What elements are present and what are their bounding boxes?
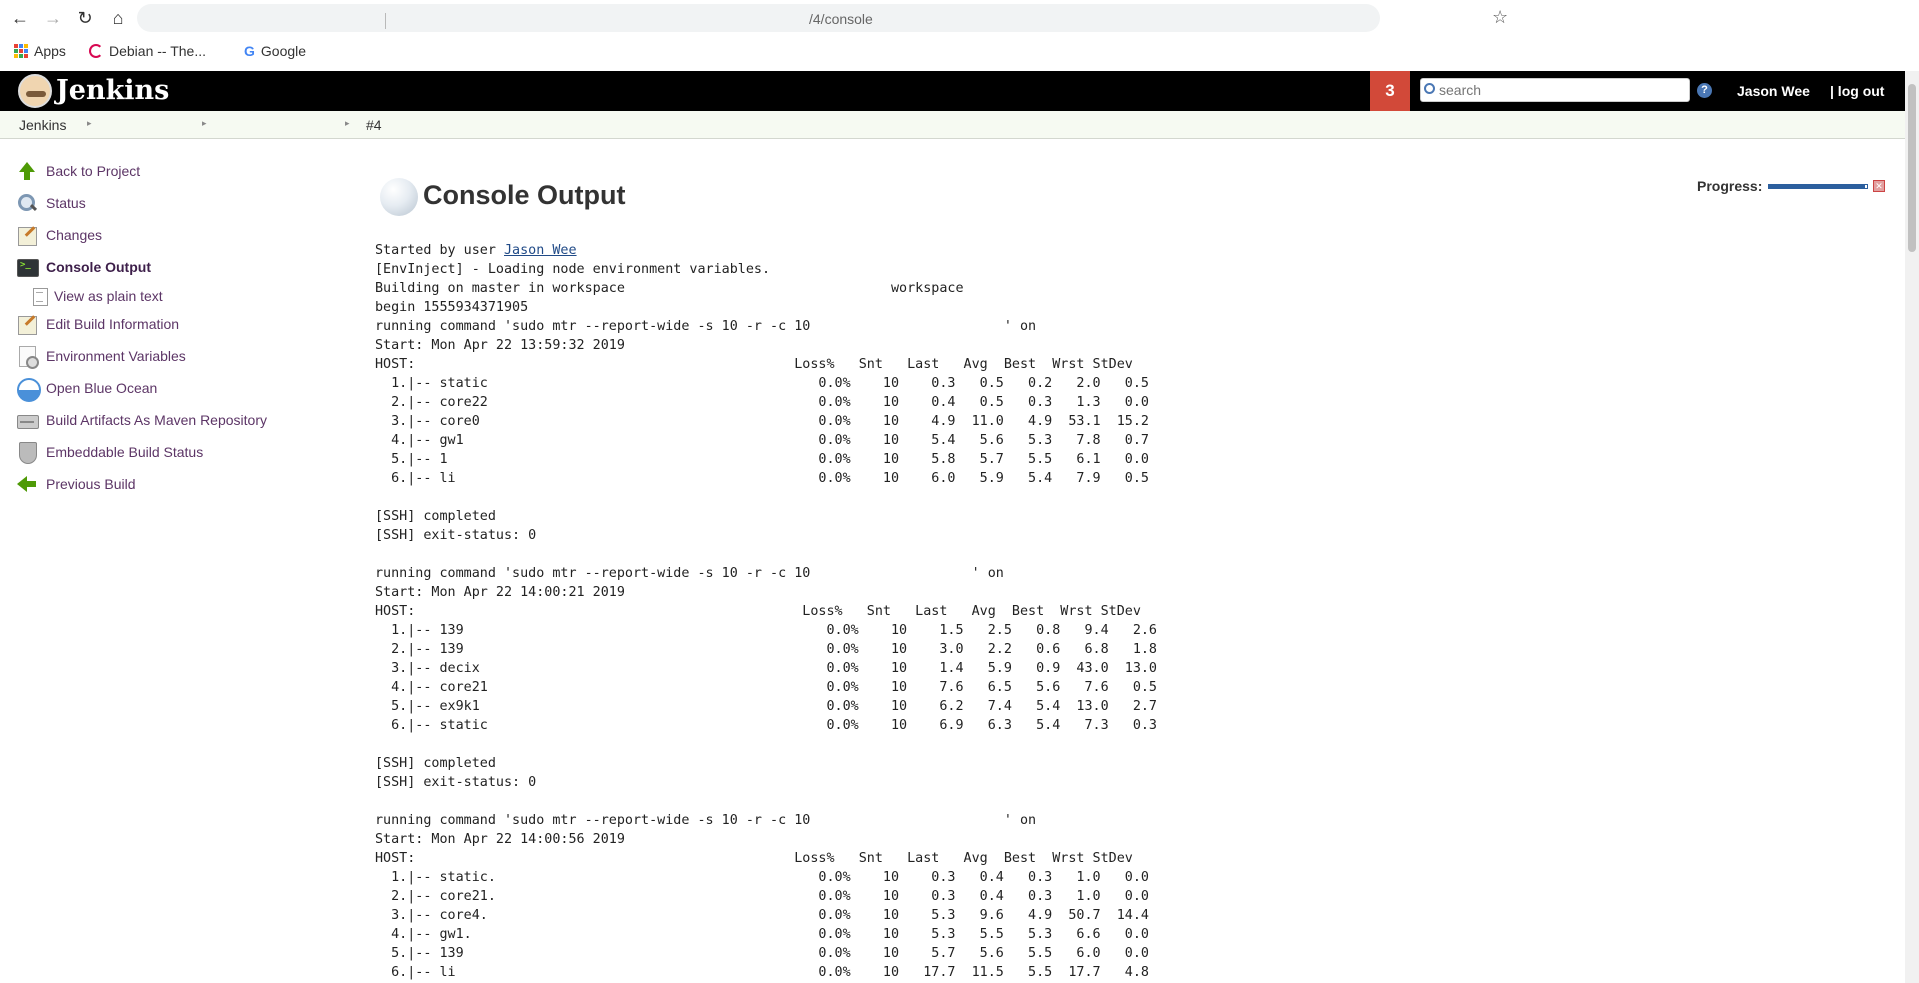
document-icon <box>32 287 48 306</box>
home-icon[interactable]: ⌂ <box>107 7 129 29</box>
task-environment-variables[interactable]: Environment Variables <box>16 340 346 372</box>
browser-toolbar: ← → ↻ ⌂ /4/console ☆ <box>0 0 1919 36</box>
started-by-user-link[interactable]: Jason Wee <box>504 243 577 258</box>
jenkins-header: Jenkins 3 ? Jason Wee | log out <box>0 71 1905 111</box>
started-by-prefix: Started by user <box>375 243 504 258</box>
jenkins-title[interactable]: Jenkins <box>56 75 169 106</box>
arrow-left-icon <box>16 473 38 495</box>
bookmark-label: Google <box>260 43 307 59</box>
task-back-to-project[interactable]: Back to Project <box>16 155 346 187</box>
breadcrumb: Jenkins ▸ ▸ ▸ #4 <box>0 111 1905 139</box>
task-label[interactable]: Open Blue Ocean <box>46 380 157 396</box>
terminal-icon <box>16 256 39 278</box>
task-label[interactable]: View as plain text <box>54 288 163 304</box>
bookmark-label: Apps <box>34 43 66 59</box>
task-changes[interactable]: Changes <box>16 219 346 251</box>
jenkins-logo-icon[interactable] <box>18 74 52 108</box>
console-output: Started by user Jason Wee [EnvInject] - … <box>375 241 1157 982</box>
task-embeddable-build-status[interactable]: Embeddable Build Status <box>16 436 346 468</box>
chevron-right-icon[interactable]: ▸ <box>202 118 207 129</box>
breadcrumb-build[interactable]: #4 <box>366 117 382 133</box>
build-status-ball-icon <box>380 178 418 216</box>
bookmark-google[interactable]: G Google <box>244 43 306 59</box>
task-label[interactable]: Changes <box>46 227 102 243</box>
task-view-plain-text[interactable]: View as plain text <box>16 283 346 308</box>
scrollbar-thumb[interactable] <box>1908 84 1916 252</box>
task-open-blue-ocean[interactable]: Open Blue Ocean <box>16 372 346 404</box>
help-icon[interactable]: ? <box>1697 83 1712 98</box>
progress-label: Progress: <box>1697 178 1763 194</box>
task-console-output[interactable]: Console Output <box>16 251 346 283</box>
notification-badge[interactable]: 3 <box>1370 71 1410 111</box>
magnifier-icon <box>16 192 38 214</box>
search-input[interactable] <box>1439 80 1687 100</box>
task-label[interactable]: Build Artifacts As Maven Repository <box>46 412 267 428</box>
arrow-up-icon <box>16 160 38 182</box>
url-text[interactable]: /4/console <box>809 11 873 27</box>
google-icon: G <box>244 43 255 59</box>
task-label[interactable]: Back to Project <box>46 163 140 179</box>
side-panel: Back to Project Status Changes Console O… <box>16 155 346 500</box>
page-title: Console Output <box>423 180 626 210</box>
chevron-right-icon[interactable]: ▸ <box>87 118 92 129</box>
apps-grid-icon <box>14 44 28 58</box>
search-box[interactable] <box>1420 78 1690 102</box>
task-label[interactable]: Previous Build <box>46 476 136 492</box>
chevron-right-icon[interactable]: ▸ <box>345 118 350 129</box>
debian-icon <box>89 44 103 58</box>
notepad-icon <box>16 313 38 335</box>
task-previous-build[interactable]: Previous Build <box>16 468 346 500</box>
console-log-text: [EnvInject] - Loading node environment v… <box>375 262 1157 980</box>
task-edit-build-information[interactable]: Edit Build Information <box>16 308 346 340</box>
bookmarks-bar: Apps Debian -- The... G Google <box>0 38 1919 68</box>
task-label[interactable]: Console Output <box>46 259 151 275</box>
breadcrumb-jenkins[interactable]: Jenkins <box>19 117 66 133</box>
back-arrow-icon[interactable]: ← <box>9 7 31 29</box>
bookmark-apps[interactable]: Apps <box>14 43 66 59</box>
env-document-icon <box>16 345 39 369</box>
task-label[interactable]: Environment Variables <box>46 348 186 364</box>
drive-icon <box>16 409 39 431</box>
address-bar[interactable]: /4/console ☆ <box>137 4 1508 32</box>
logout-link[interactable]: | log out <box>1830 83 1884 99</box>
bookmark-star-icon[interactable]: ☆ <box>1492 7 1508 28</box>
reload-icon[interactable]: ↻ <box>74 7 96 29</box>
task-maven-repository[interactable]: Build Artifacts As Maven Repository <box>16 404 346 436</box>
shield-icon <box>16 441 38 464</box>
progress-fill <box>1769 185 1866 188</box>
task-status[interactable]: Status <box>16 187 346 219</box>
search-icon <box>1424 83 1435 94</box>
bookmark-debian[interactable]: Debian -- The... <box>89 43 206 59</box>
bookmark-label: Debian -- The... <box>109 43 207 59</box>
task-label[interactable]: Edit Build Information <box>46 316 179 332</box>
task-label[interactable]: Embeddable Build Status <box>46 444 203 460</box>
forward-arrow-icon[interactable]: → <box>42 7 64 29</box>
progress-bar <box>1768 184 1868 189</box>
user-link[interactable]: Jason Wee <box>1737 83 1810 99</box>
stop-build-icon[interactable]: ✕ <box>1873 180 1885 192</box>
task-label[interactable]: Status <box>46 195 86 211</box>
blue-ocean-icon <box>16 377 41 402</box>
notepad-icon <box>16 224 38 246</box>
url-separator <box>385 13 386 29</box>
